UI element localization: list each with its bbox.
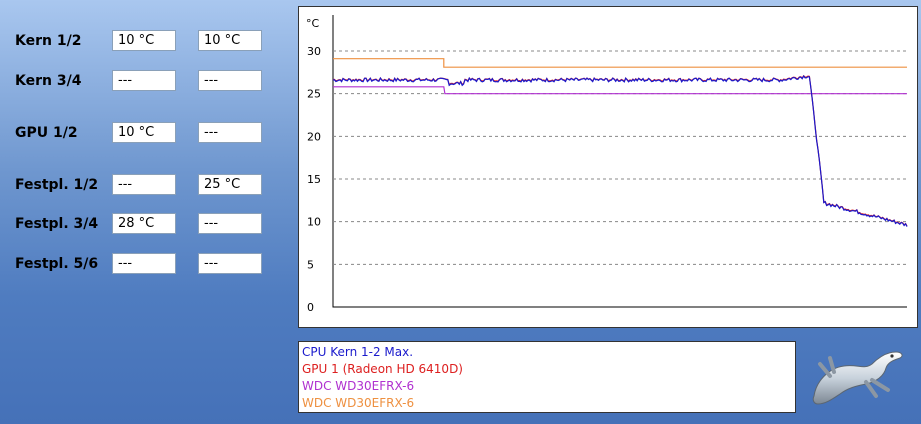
sensor-label-gpu-1-2: GPU 1/2 [15, 125, 78, 141]
sensor-value-gpu-1: 10 °C [112, 122, 176, 143]
sensor-value-kern-2: 10 °C [198, 30, 262, 51]
sensor-value-gpu-2: --- [198, 122, 262, 143]
sensor-value-festpl-1: --- [112, 174, 176, 195]
legend-item-hdd-1: WDC WD30EFRX-6 [302, 379, 415, 393]
sensor-value-festpl-3: 28 °C [112, 213, 176, 234]
legend-item-cpu: CPU Kern 1-2 Max. [302, 345, 414, 359]
lizard-logo [812, 351, 903, 405]
chart-legend: CPU Kern 1-2 Max. GPU 1 (Radeon HD 6410D… [298, 341, 796, 413]
sensor-value-kern-4: --- [198, 70, 262, 91]
y-tick-label: 0 [307, 301, 314, 314]
legend-item-hdd-2: WDC WD30EFRX-6 [302, 396, 415, 410]
sensor-label-festpl-3-4: Festpl. 3/4 [15, 216, 99, 232]
y-tick-label: 20 [307, 130, 321, 143]
legend-item-gpu: GPU 1 (Radeon HD 6410D) [302, 362, 463, 376]
sensor-value-festpl-4: --- [198, 213, 262, 234]
series-line-gpu [332, 74, 908, 227]
series-line-hdd-2 [333, 58, 907, 68]
sensor-value-kern-3: --- [112, 70, 176, 91]
y-tick-label: 30 [307, 45, 321, 58]
sensor-label-kern-1-2: Kern 1/2 [15, 33, 82, 49]
y-tick-label: 5 [307, 258, 314, 271]
sensor-label-festpl-1-2: Festpl. 1/2 [15, 177, 99, 193]
y-tick-label: 15 [307, 173, 321, 186]
y-axis-unit-label: °C [306, 17, 320, 30]
y-tick-label: 10 [307, 216, 321, 229]
series-line-cpu [332, 75, 908, 227]
sensor-value-kern-1: 10 °C [112, 30, 176, 51]
sensor-label-festpl-5-6: Festpl. 5/6 [15, 256, 99, 272]
sensor-value-festpl-5: --- [112, 253, 176, 274]
sensor-value-festpl-6: --- [198, 253, 262, 274]
sensor-value-festpl-2: 25 °C [198, 174, 262, 195]
temperature-chart: °C 0 5 10 15 20 25 30 [298, 6, 918, 328]
y-tick-label: 25 [307, 88, 321, 101]
temperature-chart-svg: °C 0 5 10 15 20 25 30 [306, 15, 908, 314]
series-line-hdd-1 [333, 86, 907, 95]
sensor-label-kern-3-4: Kern 3/4 [15, 73, 82, 89]
